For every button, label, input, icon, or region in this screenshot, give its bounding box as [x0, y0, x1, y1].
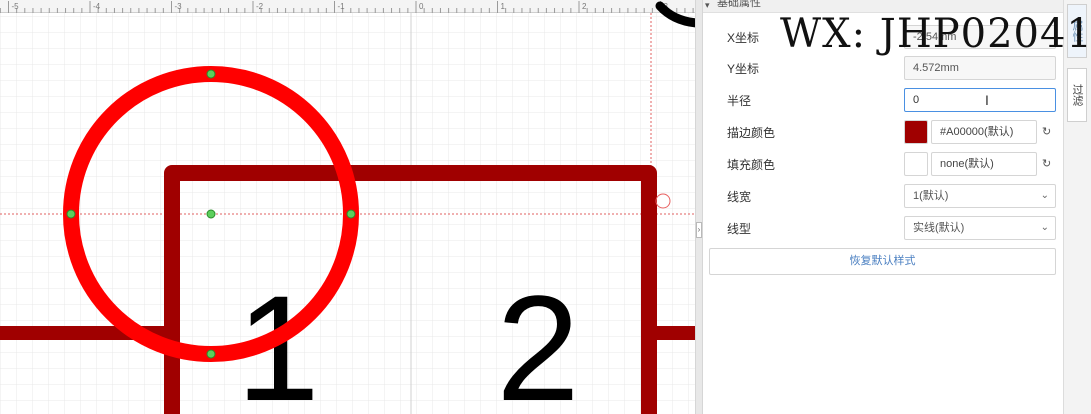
stroke-color-swatch[interactable] — [904, 120, 928, 144]
y-coordinate-field[interactable]: 4.572mm — [904, 56, 1056, 80]
line-width-select[interactable]: 1(默认) ⌄ — [904, 184, 1056, 208]
section-title: 基础属性 — [717, 0, 761, 9]
line-style-label: 线型 — [727, 222, 752, 236]
circle-handle-left[interactable] — [66, 209, 76, 219]
y-coordinate-label: Y坐标 — [727, 62, 760, 76]
circle-handle-top[interactable] — [206, 69, 216, 79]
right-sidebar: 属性 过滤 — [1063, 0, 1091, 414]
x-coordinate-label: X坐标 — [727, 31, 760, 45]
stroke-color-value[interactable]: #A00000(默认) — [931, 120, 1037, 144]
line-style-row: 线型 实线(默认) ⌄ — [703, 216, 1063, 242]
caret-down-icon: ▾ — [705, 0, 710, 10]
radius-label: 半径 — [727, 94, 752, 108]
panel-splitter[interactable]: › — [695, 0, 703, 414]
circle-center-handle[interactable] — [206, 209, 216, 219]
line-style-value: 实线(默认) — [913, 222, 965, 234]
collapse-arrow-icon[interactable]: › — [696, 222, 702, 238]
circle-handle-bottom[interactable] — [206, 349, 216, 359]
fill-color-swatch[interactable] — [904, 152, 928, 176]
restore-default-style-button[interactable]: 恢复默认样式 — [709, 248, 1056, 275]
stroke-color-row: 描边颜色 #A00000(默认) ↻ — [703, 120, 1063, 146]
fill-color-value[interactable]: none(默认) — [931, 152, 1037, 176]
chevron-down-icon: ⌄ — [1040, 190, 1049, 201]
text-cursor-icon: I — [985, 92, 989, 108]
watermark-text: WX: JHP020419 — [780, 11, 1091, 57]
line-width-row: 线宽 1(默认) ⌄ — [703, 184, 1063, 210]
line-width-value: 1(默认) — [913, 190, 949, 202]
line-style-select[interactable]: 实线(默认) ⌄ — [904, 216, 1056, 240]
circle-handle-right[interactable] — [346, 209, 356, 219]
y-coordinate-row: Y坐标 4.572mm — [703, 56, 1063, 82]
canvas-drawing[interactable]: 1 2 — [0, 0, 695, 414]
properties-panel: ▾ 基础属性 X坐标 -2.54mm Y坐标 4.572mm 半径 0 I 描边… — [703, 0, 1063, 414]
tab-filter[interactable]: 过滤 — [1067, 68, 1087, 122]
line-width-label: 线宽 — [727, 190, 752, 204]
radius-row: 半径 0 — [703, 88, 1063, 114]
fill-color-reset-icon[interactable]: ↻ — [1042, 152, 1051, 176]
stroke-color-reset-icon[interactable]: ↻ — [1042, 120, 1051, 144]
stroke-color-label: 描边颜色 — [727, 126, 776, 140]
pin-number-2: 2 — [496, 264, 579, 414]
chevron-down-icon: ⌄ — [1040, 222, 1049, 233]
radius-input[interactable]: 0 — [904, 88, 1056, 112]
fill-color-row: 填充颜色 none(默认) ↻ — [703, 152, 1063, 178]
fill-color-label: 填充颜色 — [727, 158, 776, 172]
schematic-canvas[interactable]: -5 -4 -3 -2 -1 0 1 2 3 1 2 — [0, 0, 695, 414]
